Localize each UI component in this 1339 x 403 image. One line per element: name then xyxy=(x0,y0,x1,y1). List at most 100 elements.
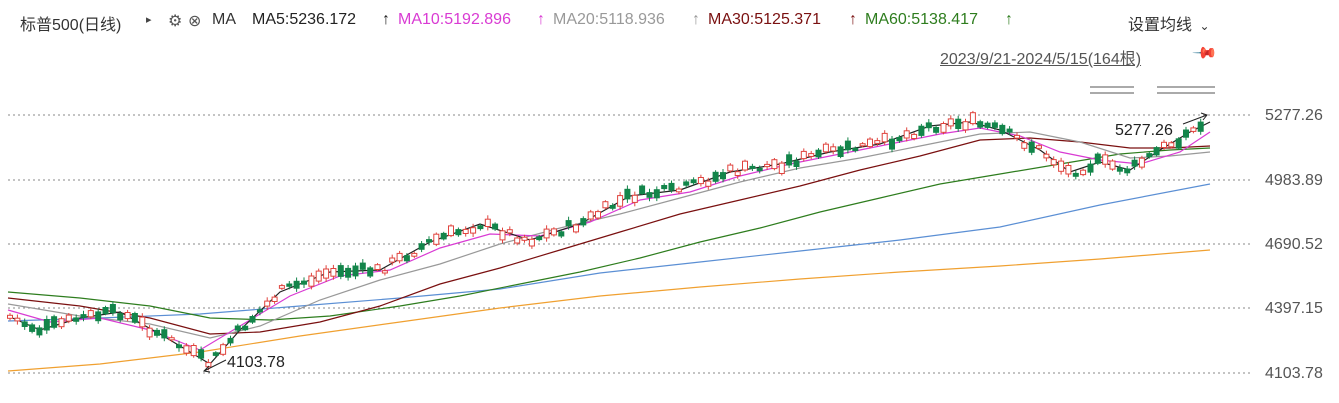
candle-body xyxy=(499,230,506,241)
candle-body xyxy=(778,162,785,175)
settings-dropdown[interactable]: 设置均线 ⌄ xyxy=(1128,11,1210,35)
candle-body xyxy=(477,225,484,230)
candle-body xyxy=(631,194,638,203)
candle-body xyxy=(1175,138,1182,149)
candle-body xyxy=(830,146,837,152)
candle-body xyxy=(330,268,337,277)
chart-title[interactable]: 标普500(日线) xyxy=(20,11,121,35)
candle-body xyxy=(543,228,550,239)
candle-body xyxy=(602,201,609,209)
candle-body xyxy=(190,345,197,357)
candle-body xyxy=(1036,145,1042,149)
candle-body xyxy=(264,300,271,307)
candle-body xyxy=(506,229,513,234)
gear-icon[interactable]: ⚙ xyxy=(168,11,182,31)
candle-body xyxy=(1087,163,1094,173)
y-tick-label: 4690.52 xyxy=(1265,236,1323,253)
low-label: 4103.78 xyxy=(227,354,285,371)
candle-body xyxy=(815,149,822,158)
candle-body xyxy=(418,243,425,250)
ma20-arrow-icon: ↑ xyxy=(692,11,700,28)
candle-body xyxy=(565,220,572,227)
candle-body xyxy=(536,236,543,241)
candle-body xyxy=(705,180,712,187)
candle-body xyxy=(683,181,690,186)
candle-body xyxy=(852,147,859,152)
candle-body xyxy=(337,265,344,277)
candle-body xyxy=(734,171,741,176)
ma60-arrow-icon: ↑ xyxy=(1005,11,1013,28)
candle-body xyxy=(918,125,925,136)
candle-body xyxy=(962,121,969,131)
candle-body xyxy=(73,317,80,322)
candle-body xyxy=(977,121,984,128)
candle-body xyxy=(1197,121,1204,132)
candle-body xyxy=(1146,153,1153,158)
ma60-value: MA60:5138.417 xyxy=(865,11,978,28)
ma20-value: MA20:5118.936 xyxy=(553,11,665,28)
ma60-line xyxy=(7,147,1211,321)
candle-body xyxy=(969,112,976,125)
y-axis-labels: 5277.26 4983.89 4690.52 4397.15 4103.78 xyxy=(1265,107,1323,382)
candle-body xyxy=(249,316,256,323)
candle-body xyxy=(109,304,116,314)
candle-body xyxy=(389,257,396,263)
ma30-line xyxy=(7,137,1211,335)
candle-body xyxy=(595,211,601,219)
candle-body xyxy=(727,164,734,172)
caret-right-icon[interactable]: ▸ xyxy=(146,13,152,26)
candle-body xyxy=(256,309,263,313)
candle-body xyxy=(212,352,219,356)
candle-body xyxy=(889,138,895,150)
candle-body xyxy=(903,130,910,139)
candle-body xyxy=(793,160,800,167)
date-range[interactable]: 2023/9/21-2024/5/15(164根) xyxy=(940,45,1141,69)
candle-body xyxy=(764,163,771,168)
candle-body xyxy=(183,345,190,354)
candle-body xyxy=(550,228,557,236)
candle-body xyxy=(433,233,440,245)
candle-body xyxy=(514,237,521,244)
candle-body xyxy=(411,252,418,257)
ma30-arrow-icon: ↑ xyxy=(849,11,857,28)
candle-body xyxy=(352,265,359,277)
candle-body xyxy=(822,143,829,153)
candle-body xyxy=(1153,147,1160,156)
candle-body xyxy=(1043,153,1050,159)
candle-body xyxy=(991,122,998,128)
candle-body xyxy=(234,325,241,331)
candle-body xyxy=(786,154,793,166)
candle-body xyxy=(690,179,697,184)
candle-body xyxy=(440,232,447,240)
candle-body xyxy=(220,344,227,355)
candle-body xyxy=(573,224,579,233)
candle-body xyxy=(1050,159,1057,166)
candle-body xyxy=(124,312,131,320)
candle-body xyxy=(198,349,205,359)
candle-body xyxy=(646,192,653,198)
candle-body xyxy=(1131,159,1138,167)
candle-body xyxy=(146,327,153,338)
candle-body xyxy=(1014,134,1020,139)
candle-body xyxy=(756,167,763,172)
close-icon[interactable]: ⊗ xyxy=(188,11,201,31)
candle-body xyxy=(102,307,109,315)
candle-body xyxy=(359,262,366,270)
candle-body xyxy=(639,185,646,194)
candle-body xyxy=(624,188,631,200)
candle-body xyxy=(278,285,285,289)
candle-body xyxy=(874,140,881,144)
candle-body xyxy=(117,313,124,321)
y-tick-label: 5277.26 xyxy=(1265,107,1323,124)
candle-body xyxy=(933,127,940,133)
candle-body xyxy=(712,171,719,182)
ma30-value: MA30:5125.371 xyxy=(708,11,821,28)
candle-body xyxy=(558,231,565,237)
indicator-name: MA xyxy=(212,11,236,28)
candle-body xyxy=(374,264,381,271)
candle-body xyxy=(58,318,65,328)
y-tick-label: 4983.89 xyxy=(1265,172,1323,189)
candle-body xyxy=(403,255,410,262)
candles xyxy=(7,110,1204,371)
candle-body xyxy=(301,280,307,285)
